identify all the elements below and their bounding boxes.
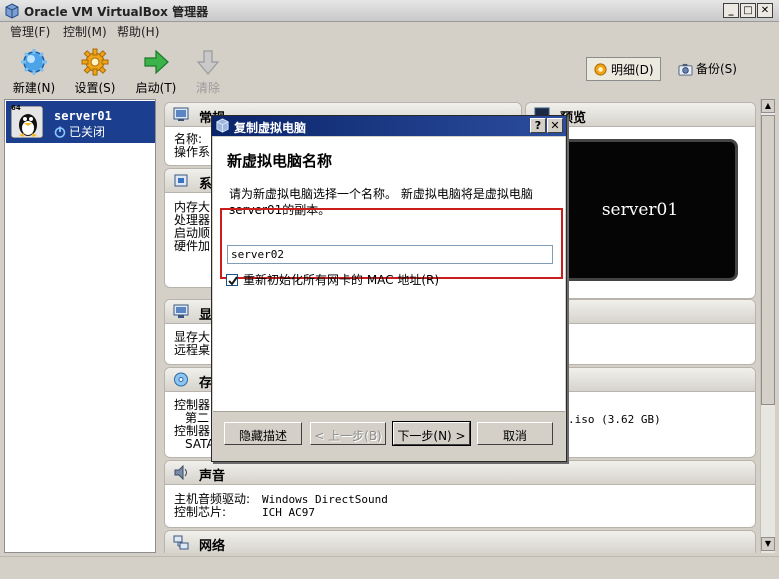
menu-control[interactable]: 控制(M) [63,23,107,40]
dialog-close-button[interactable]: ✕ [547,118,563,133]
dialog-title-bar[interactable]: 复制虚拟电脑 ? ✕ [212,116,566,136]
annotation-highlight-box [220,208,563,279]
details-view-button[interactable]: 明细(D) [586,57,661,81]
toolbar: 新建(N) 设置(S) 启动(T) 清除 明细(D) 备份(S) [0,40,779,98]
vm-state-label: 已关闭 [69,125,106,139]
discard-button-label: 清除 [195,81,220,95]
virtualbox-icon [5,3,19,19]
start-button-label: 启动(T) [135,81,177,95]
network-icon [173,535,189,550]
scroll-down-arrow[interactable]: ▼ [761,537,775,551]
new-button[interactable]: 新建(N) [9,46,59,98]
camera-icon [678,63,693,76]
audio-controller-key: 控制芯片: [174,505,227,519]
preview-screen: server01 [542,139,738,281]
new-vm-name-input[interactable] [231,248,541,261]
dialog-help-button[interactable]: ? [530,118,546,133]
hide-description-button[interactable]: 隐藏描述 [224,422,302,445]
discard-arrow-icon [196,50,220,75]
vm-state: 已关闭 [54,123,105,140]
new-vm-name-field[interactable] [227,245,553,264]
reinit-mac-option[interactable]: 重新初始化所有网卡的 MAC 地址(R) [226,271,439,288]
details-scrollbar[interactable]: ▲ ▼ [760,99,775,553]
scroll-up-arrow[interactable]: ▲ [761,99,775,113]
new-button-label: 新建(N) [12,81,56,95]
network-section-title: 网络 [199,539,226,553]
details-gear-icon [594,63,607,76]
audio-host-driver-value: Windows DirectSound [262,493,388,506]
discard-button[interactable]: 清除 [183,46,233,98]
snapshots-view-label: 备份(S) [696,62,737,76]
audio-section-title: 声音 [199,469,226,484]
vm-list-item[interactable]: 64 server01 已关闭 [6,101,155,143]
os-bitness-badge: 64 [11,104,21,112]
audio-section-header[interactable]: 声音 [165,461,755,485]
status-bar [0,556,779,579]
gear-icon [81,48,109,76]
scroll-thumb[interactable] [761,115,775,405]
snapshots-view-button[interactable]: 备份(S) [672,57,743,81]
new-vm-icon [21,49,47,75]
network-section-header[interactable]: 网络 [165,531,755,553]
menu-bar: 管理(F) 控制(M) 帮助(H) [0,22,779,40]
reinit-mac-label: 重新初始化所有网卡的 MAC 地址(R) [243,273,440,287]
audio-row-controller: 控制芯片: ICH AC97 [174,505,755,520]
dialog-heading: 新虚拟电脑名称 [227,152,333,170]
start-button[interactable]: 启动(T) [131,46,181,98]
network-section: 网络 [164,530,756,553]
general-icon [173,107,189,121]
main-title-bar[interactable]: Oracle VM VirtualBox 管理器 _ □ ✕ [0,0,779,22]
reinit-mac-checkbox[interactable] [226,274,238,286]
settings-button[interactable]: 设置(S) [70,46,120,98]
window-title: Oracle VM VirtualBox 管理器 [24,5,209,19]
menu-manage[interactable]: 管理(F) [10,23,50,40]
power-off-icon [54,126,66,138]
cancel-button[interactable]: 取消 [477,422,553,445]
next-button[interactable]: 下一步(N) > [393,422,470,445]
back-button[interactable]: < 上一步(B) [310,422,386,445]
system-chip-icon [174,174,188,187]
preview-screen-text: server01 [601,200,679,220]
dialog-body: 新虚拟电脑名称 请为新虚拟电脑选择一个名称。 新虚拟电脑将是虚拟电脑 serve… [213,137,565,412]
clone-vm-dialog: 复制虚拟电脑 ? ✕ 新虚拟电脑名称 请为新虚拟电脑选择一个名称。 新虚拟电脑将… [211,115,567,462]
storage-disk-icon [174,372,188,387]
start-arrow-icon [144,49,169,75]
settings-button-label: 设置(S) [74,81,116,95]
display-monitor-icon [173,304,189,318]
minimize-button[interactable]: _ [723,3,739,18]
storage-iso-info: .iso (3.62 GB) [568,413,661,426]
vm-list[interactable]: 64 server01 已关闭 [4,99,156,553]
audio-row-host-driver: 主机音频驱动: Windows DirectSound [174,493,755,507]
dialog-virtualbox-icon [216,118,229,133]
audio-section: 声音 主机音频驱动: Windows DirectSound 控制芯片: ICH A… [164,460,756,528]
close-button[interactable]: ✕ [757,3,773,18]
checkmark-icon [228,276,238,286]
maximize-button[interactable]: □ [740,3,756,18]
details-view-label: 明细(D) [611,63,654,77]
menu-help[interactable]: 帮助(H) [117,23,159,40]
dialog-title: 复制虚拟电脑 [234,121,307,135]
vm-name: server01 [54,109,112,123]
audio-controller-value: ICH AC97 [262,506,315,519]
speaker-icon [174,465,187,480]
